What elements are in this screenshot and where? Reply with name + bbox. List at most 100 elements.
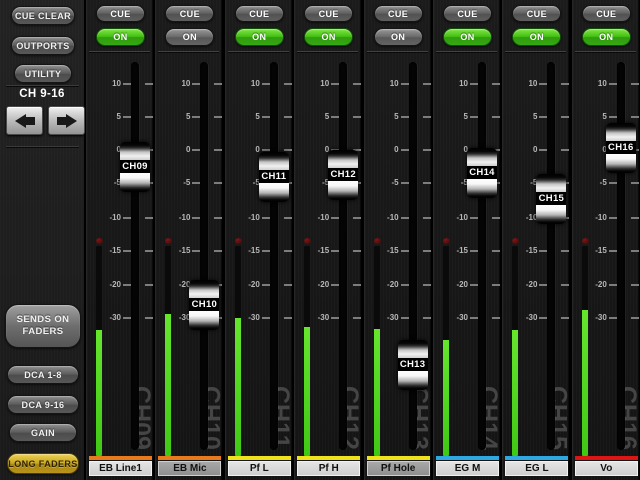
scale-tick-label: -20 [97, 280, 121, 289]
bank-previous-button[interactable] [6, 106, 43, 135]
scale-tick-label: -15 [305, 246, 329, 255]
scale-tick-mark [123, 284, 131, 286]
scale-tick-mark [470, 250, 478, 252]
scale-tick-mark [631, 182, 639, 184]
channel-name[interactable]: Vo [575, 461, 638, 476]
scale-tick-mark [262, 116, 270, 118]
fader-track[interactable] [409, 62, 417, 450]
cue-clear-button[interactable]: CUE CLEAR [11, 6, 75, 25]
channel-name[interactable]: EG M [436, 461, 499, 476]
fader-cap[interactable]: CH10 [189, 280, 219, 330]
scale-tick-mark [123, 116, 131, 118]
cue-button[interactable]: CUE [96, 5, 145, 22]
scale-tick-mark [192, 83, 200, 85]
scale-tick-label: 5 [166, 112, 190, 121]
fader-track[interactable] [200, 62, 208, 450]
scale-tick-mark [262, 317, 270, 319]
outports-button[interactable]: OUTPORTS [11, 36, 75, 55]
scale-tick-label: -30 [166, 313, 190, 322]
scale-tick-label: -15 [375, 246, 399, 255]
scale-tick-mark [331, 284, 339, 286]
channel-strip-ch11: CUE ON CH11 CH11 Pf L 1050-5-10-15-20-30 [225, 0, 292, 480]
clip-led-icon [582, 238, 589, 244]
channel-name[interactable]: EG L [505, 461, 568, 476]
fader-track[interactable] [617, 62, 625, 450]
on-button[interactable]: ON [235, 28, 284, 46]
scale-tick-mark [284, 317, 292, 319]
scale-tick-label: 10 [305, 79, 329, 88]
channel-name[interactable]: Pf H [297, 461, 360, 476]
scale-tick-mark [192, 182, 200, 184]
long-faders-button[interactable]: LONG FADERS [7, 453, 79, 474]
fader-track[interactable] [131, 62, 139, 450]
on-button[interactable]: ON [582, 28, 631, 46]
scale-tick-mark [561, 284, 569, 286]
on-button[interactable]: ON [512, 28, 561, 46]
dca-9-16-button[interactable]: DCA 9-16 [7, 395, 79, 414]
scale-tick-mark [214, 116, 222, 118]
on-button[interactable]: ON [443, 28, 492, 46]
scale-tick-mark [609, 182, 617, 184]
sends-on-faders-button[interactable]: SENDS ON FADERS [5, 304, 81, 348]
scale-tick-mark [284, 250, 292, 252]
scale-tick-mark [631, 83, 639, 85]
fader-cap[interactable]: CH11 [259, 152, 289, 202]
scale-tick-mark [401, 284, 409, 286]
utility-button[interactable]: UTILITY [14, 64, 72, 83]
clip-led-icon [512, 238, 519, 244]
cue-button[interactable]: CUE [512, 5, 561, 22]
cue-button[interactable]: CUE [235, 5, 284, 22]
strip-divider [228, 51, 289, 52]
fader-track[interactable] [270, 62, 278, 450]
cue-button[interactable]: CUE [374, 5, 423, 22]
scale-tick-mark [609, 284, 617, 286]
fader-track[interactable] [339, 62, 347, 450]
fader-track[interactable] [547, 62, 555, 450]
fader-cap[interactable]: CH14 [467, 148, 497, 198]
scale-tick-label: -10 [444, 213, 468, 222]
scale-tick-label: 5 [444, 112, 468, 121]
cue-button[interactable]: CUE [443, 5, 492, 22]
scale-tick-label: -30 [444, 313, 468, 322]
scale-tick-mark [284, 217, 292, 219]
mixer-remote-app: CUE CLEAR OUTPORTS UTILITY CH 9-16 SENDS… [0, 0, 640, 480]
scale-tick-mark [401, 149, 409, 151]
scale-tick-mark [192, 149, 200, 151]
channel-name[interactable]: Pf L [228, 461, 291, 476]
scale-tick-label: -20 [444, 280, 468, 289]
on-button[interactable]: ON [374, 28, 423, 46]
bank-next-button[interactable] [48, 106, 85, 135]
cue-button[interactable]: CUE [582, 5, 631, 22]
scale-tick-label: -15 [97, 246, 121, 255]
scale-tick-label: -5 [375, 178, 399, 187]
fader-cap[interactable]: CH12 [328, 150, 358, 200]
on-button[interactable]: ON [96, 28, 145, 46]
scale-tick-label: 5 [236, 112, 260, 121]
fader-cap[interactable]: CH15 [536, 174, 566, 224]
channel-strip-ch14: CUE ON CH14 CH14 EG M 1050-5-10-15-20-30 [433, 0, 500, 480]
channel-name[interactable]: EB Mic [158, 461, 221, 476]
fader-cap[interactable]: CH13 [398, 340, 428, 390]
dca-1-8-button[interactable]: DCA 1-8 [7, 365, 79, 384]
channel-name[interactable]: Pf Hole [367, 461, 430, 476]
cue-button[interactable]: CUE [304, 5, 353, 22]
scale-tick-mark [539, 116, 547, 118]
strip-divider [505, 51, 566, 52]
scale-tick-label: -20 [166, 280, 190, 289]
on-button[interactable]: ON [304, 28, 353, 46]
channel-name[interactable]: EB Line1 [89, 461, 152, 476]
gain-button[interactable]: GAIN [9, 423, 77, 442]
fader-cap[interactable]: CH16 [606, 123, 636, 173]
scale-tick-mark [123, 217, 131, 219]
fader-cap-label: CH11 [259, 170, 289, 183]
strip-divider [89, 51, 150, 52]
fader-track[interactable] [478, 62, 486, 450]
scale-tick-mark [631, 116, 639, 118]
scale-tick-label: 0 [305, 145, 329, 154]
scale-tick-label: -30 [375, 313, 399, 322]
arrow-left-icon [15, 114, 35, 128]
scale-tick-label: 0 [444, 145, 468, 154]
cue-button[interactable]: CUE [165, 5, 214, 22]
fader-cap[interactable]: CH09 [120, 142, 150, 192]
on-button[interactable]: ON [165, 28, 214, 46]
